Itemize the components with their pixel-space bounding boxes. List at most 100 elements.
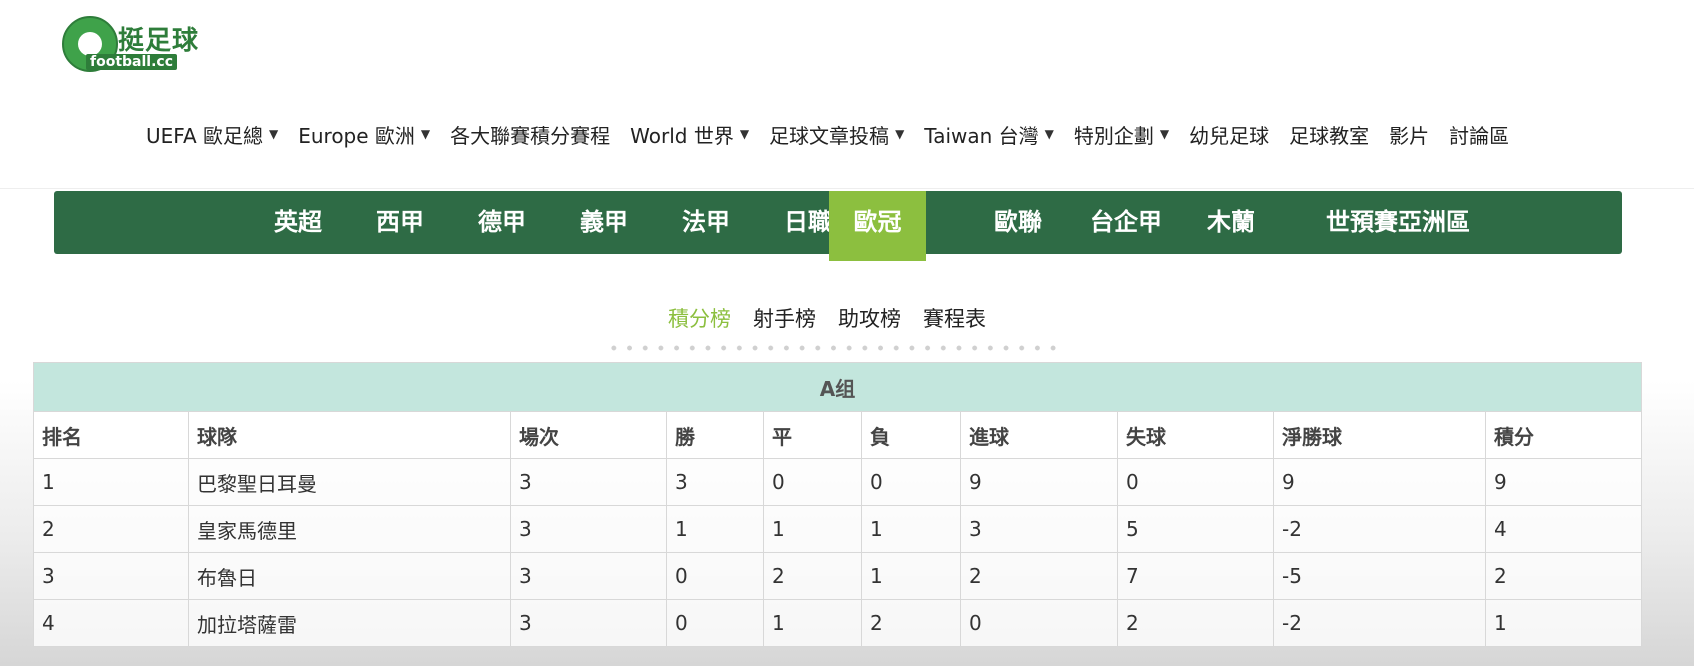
table-cell: -2 — [1273, 599, 1486, 647]
standings-subtabs: 積分榜 射手榜 助攻榜 賽程表 — [668, 303, 986, 337]
main-nav-item[interactable]: 特別企劃 ▼ — [1074, 120, 1169, 149]
site-logo[interactable]: 挺足球 football.cc — [62, 16, 212, 72]
main-nav-item[interactable]: 各大聯賽積分賽程 — [450, 120, 610, 149]
league-tab[interactable]: 英超 — [244, 191, 352, 254]
caret-down-icon: ▼ — [739, 127, 750, 141]
table-cell: -5 — [1273, 552, 1486, 600]
league-tab[interactable]: 歐聯 — [964, 191, 1072, 254]
table-cell: 5 — [1117, 505, 1274, 553]
table-cell: 3 — [510, 505, 667, 553]
table-cell: 3 — [510, 552, 667, 600]
table-cell: 4 — [33, 599, 189, 647]
standings-table: A组 排名 球隊 場次勝平負進球 失球 淨勝球 積分 1 巴黎聖日耳曼 3 3 0 0 9 0 9 9 2 皇家馬… — [32, 362, 1643, 647]
table-cell: 0 — [1117, 458, 1274, 506]
table-cell: 2 — [1484, 552, 1643, 600]
table-cell: 3 — [510, 599, 667, 647]
table-cell: 9 — [1273, 458, 1486, 506]
standings-subtab[interactable]: 積分榜 — [668, 303, 731, 337]
league-tab[interactable]: 歐冠 — [829, 191, 926, 261]
standings-subtab[interactable]: 助攻榜 — [838, 303, 901, 337]
table-cell: 2 — [861, 599, 961, 647]
logo-subtitle: football.cc — [86, 54, 178, 70]
site-header: 挺足球 football.cc UEFA 歐足總 ▼ Europe 歐洲 ▼ 各大聯賽積… — [0, 0, 1694, 189]
dotted-divider — [606, 345, 1062, 351]
main-nav-label: World 世界 — [630, 123, 734, 148]
league-bar: 英超 西甲 德甲 義甲 法甲 日職 歐冠 歐聯 台企甲 木蘭 世預賽亞洲區 — [54, 191, 1622, 261]
table-cell: 9 — [960, 458, 1118, 506]
main-nav-label: Taiwan 台灣 — [924, 123, 1039, 148]
table-cell: 3 — [33, 552, 189, 600]
table-cell: 1 — [33, 458, 189, 506]
main-nav-label: 足球教室 — [1289, 123, 1370, 148]
standings-subtab[interactable]: 射手榜 — [753, 303, 816, 337]
standings-table-wrapper: A组 排名 球隊 場次勝平負進球 失球 淨勝球 積分 1 巴黎聖日耳曼 3 3 0 0 9 0 9 9 2 皇家馬… — [32, 362, 1643, 647]
table-row: 2 皇家馬德里 3 1 1 1 3 5 -2 4 — [33, 505, 1643, 553]
table-cell: 0 — [861, 458, 961, 506]
league-tab[interactable]: 西甲 — [346, 191, 454, 254]
main-nav-item[interactable]: Europe 歐洲 ▼ — [298, 120, 430, 149]
table-cell: 3 — [960, 505, 1118, 553]
table-cell: 1 — [763, 599, 862, 647]
team-name[interactable]: 布魯日 — [188, 552, 511, 600]
team-name[interactable]: 加拉塔薩雷 — [188, 599, 511, 647]
table-cell: 9 — [1484, 458, 1643, 506]
column-header: 進球 — [960, 411, 1118, 459]
column-header: 積分 — [1484, 411, 1643, 459]
column-header: 淨勝球 — [1273, 411, 1486, 459]
table-cell: 0 — [666, 599, 764, 647]
standings-subtab[interactable]: 賽程表 — [923, 303, 986, 337]
logo-title: 挺足球 — [118, 26, 200, 56]
table-cell: 3 — [666, 458, 764, 506]
main-nav-item[interactable]: 影片 — [1389, 120, 1429, 149]
main-nav-item[interactable]: World 世界 ▼ — [630, 120, 749, 149]
caret-down-icon: ▼ — [420, 127, 431, 141]
column-header: 失球 — [1117, 411, 1274, 459]
column-header: 排名 — [33, 411, 189, 459]
main-nav-label: 各大聯賽積分賽程 — [450, 123, 611, 148]
table-cell: 2 — [960, 552, 1118, 600]
main-nav-label: 討論區 — [1449, 123, 1510, 148]
table-cell: 1 — [666, 505, 764, 553]
table-cell: 1 — [861, 505, 961, 553]
league-tab[interactable]: 台企甲 — [1067, 191, 1185, 254]
table-row: 1 巴黎聖日耳曼 3 3 0 0 9 0 9 9 — [33, 458, 1643, 506]
caret-down-icon: ▼ — [1044, 127, 1054, 141]
column-header: 球隊 — [188, 411, 511, 459]
main-nav-item[interactable]: 足球教室 — [1289, 120, 1369, 149]
column-header: 平 — [763, 411, 862, 459]
main-nav-item[interactable]: Taiwan 台灣 ▼ — [924, 120, 1054, 149]
column-header: 場次 — [510, 411, 667, 459]
table-cell: 7 — [1117, 552, 1274, 600]
caret-down-icon: ▼ — [895, 127, 905, 141]
column-header: 負 — [861, 411, 961, 459]
table-cell: -2 — [1273, 505, 1486, 553]
main-nav-item[interactable]: 幼兒足球 — [1189, 120, 1269, 149]
table-cell: 1 — [763, 505, 862, 553]
table-cell: 0 — [763, 458, 862, 506]
table-cell: 2 — [33, 505, 189, 553]
table-cell: 0 — [960, 599, 1118, 647]
main-nav-item[interactable]: UEFA 歐足總 ▼ — [146, 120, 278, 149]
table-cell: 2 — [1117, 599, 1274, 647]
main-nav-label: UEFA 歐足總 — [146, 123, 263, 148]
table-row: 4 加拉塔薩雷 3 0 1 2 0 2 -2 1 — [33, 599, 1643, 647]
main-nav-label: 影片 — [1389, 123, 1430, 148]
league-tab[interactable]: 世預賽亞洲區 — [1299, 191, 1497, 254]
league-tab[interactable]: 義甲 — [550, 191, 658, 254]
league-tab[interactable]: 德甲 — [448, 191, 556, 254]
team-name[interactable]: 巴黎聖日耳曼 — [188, 458, 511, 506]
league-tabs: 英超 西甲 德甲 義甲 法甲 日職 歐冠 歐聯 台企甲 木蘭 世預賽亞洲區 — [54, 191, 1622, 261]
team-name[interactable]: 皇家馬德里 — [188, 505, 511, 553]
table-row: 3 布魯日 3 0 2 1 2 7 -5 2 — [33, 552, 1643, 600]
group-header-row: A组 — [32, 362, 1643, 412]
league-tab[interactable]: 木蘭 — [1179, 191, 1283, 254]
main-nav-label: 幼兒足球 — [1189, 123, 1270, 148]
table-cell: 0 — [666, 552, 764, 600]
league-tab[interactable]: 法甲 — [652, 191, 760, 254]
main-nav-item[interactable]: 討論區 — [1449, 120, 1509, 149]
main-nav-item[interactable]: 足球文章投稿 ▼ — [769, 120, 904, 149]
table-cell: 1 — [861, 552, 961, 600]
table-cell: 2 — [763, 552, 862, 600]
main-nav-label: Europe 歐洲 — [298, 123, 415, 148]
table-cell: 1 — [1484, 599, 1643, 647]
